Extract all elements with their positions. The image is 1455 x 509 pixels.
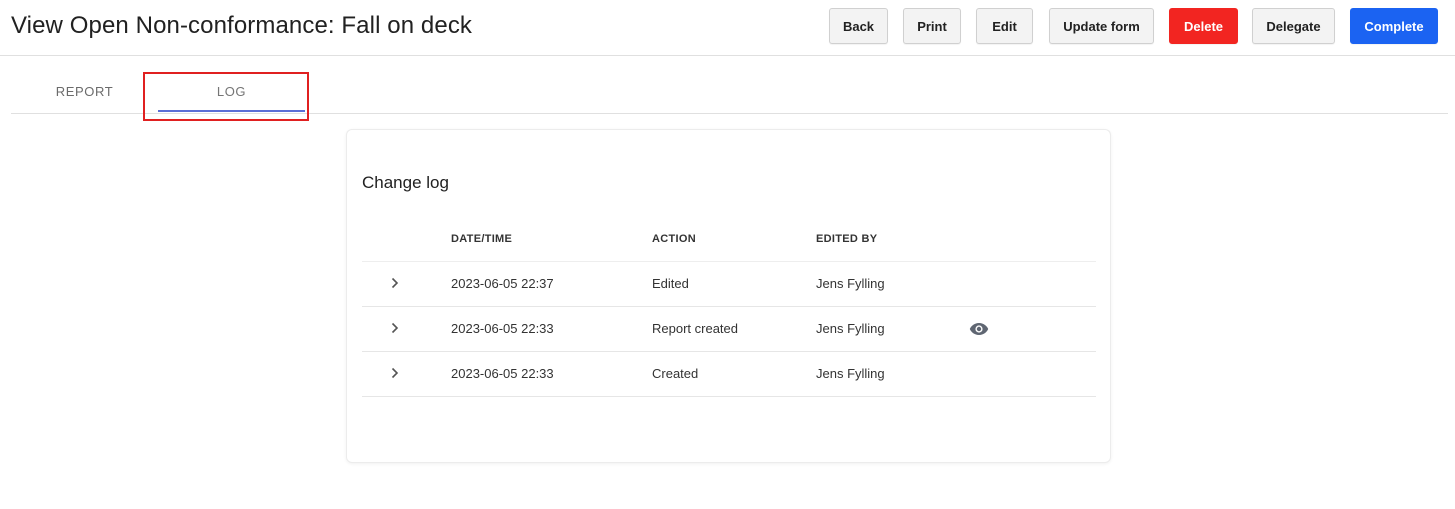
chevron-right-icon[interactable] bbox=[386, 364, 404, 382]
column-header-date-time: DATE/TIME bbox=[451, 233, 513, 245]
change-log-table: DATE/TIME ACTION EDITED BY 2023-06-05 22… bbox=[362, 220, 1096, 397]
change-log-title: Change log bbox=[362, 173, 449, 192]
change-log-card: Change log DATE/TIME ACTION EDITED BY 20… bbox=[346, 129, 1111, 463]
delegate-button[interactable]: Delegate bbox=[1252, 8, 1335, 44]
table-header: DATE/TIME ACTION EDITED BY bbox=[362, 220, 1096, 262]
table-row: 2023-06-05 22:33 Report created Jens Fyl… bbox=[362, 307, 1096, 352]
tab-log[interactable]: LOG bbox=[158, 70, 305, 113]
update-form-button[interactable]: Update form bbox=[1049, 8, 1154, 44]
row-action: Created bbox=[652, 366, 699, 381]
row-edited-by: Jens Fylling bbox=[816, 366, 885, 381]
row-action: Report created bbox=[652, 321, 738, 336]
row-date-time: 2023-06-05 22:37 bbox=[451, 276, 554, 291]
row-date-time: 2023-06-05 22:33 bbox=[451, 366, 554, 381]
print-button[interactable]: Print bbox=[903, 8, 961, 44]
back-button[interactable]: Back bbox=[829, 8, 888, 44]
delete-button[interactable]: Delete bbox=[1169, 8, 1238, 44]
column-header-action: ACTION bbox=[652, 233, 696, 245]
page-header: View Open Non-conformance: Fall on deck … bbox=[0, 0, 1455, 56]
tab-log-label: LOG bbox=[216, 84, 247, 99]
eye-icon[interactable] bbox=[969, 321, 989, 337]
table-row: 2023-06-05 22:37 Edited Jens Fylling bbox=[362, 262, 1096, 307]
row-date-time: 2023-06-05 22:33 bbox=[451, 321, 554, 336]
chevron-right-icon[interactable] bbox=[386, 274, 404, 292]
edit-button[interactable]: Edit bbox=[976, 8, 1033, 44]
chevron-right-icon[interactable] bbox=[386, 319, 404, 337]
column-header-edited-by: EDITED BY bbox=[816, 233, 878, 245]
row-action: Edited bbox=[652, 276, 689, 291]
complete-button[interactable]: Complete bbox=[1350, 8, 1438, 44]
table-row: 2023-06-05 22:33 Created Jens Fylling bbox=[362, 352, 1096, 397]
action-toolbar: Back Print Edit Update form Delete Deleg… bbox=[0, 8, 1455, 44]
row-edited-by: Jens Fylling bbox=[816, 321, 885, 336]
tab-report[interactable]: REPORT bbox=[11, 70, 158, 113]
row-edited-by: Jens Fylling bbox=[816, 276, 885, 291]
active-tab-indicator bbox=[158, 110, 305, 112]
tab-bar: REPORT LOG bbox=[11, 70, 1448, 114]
